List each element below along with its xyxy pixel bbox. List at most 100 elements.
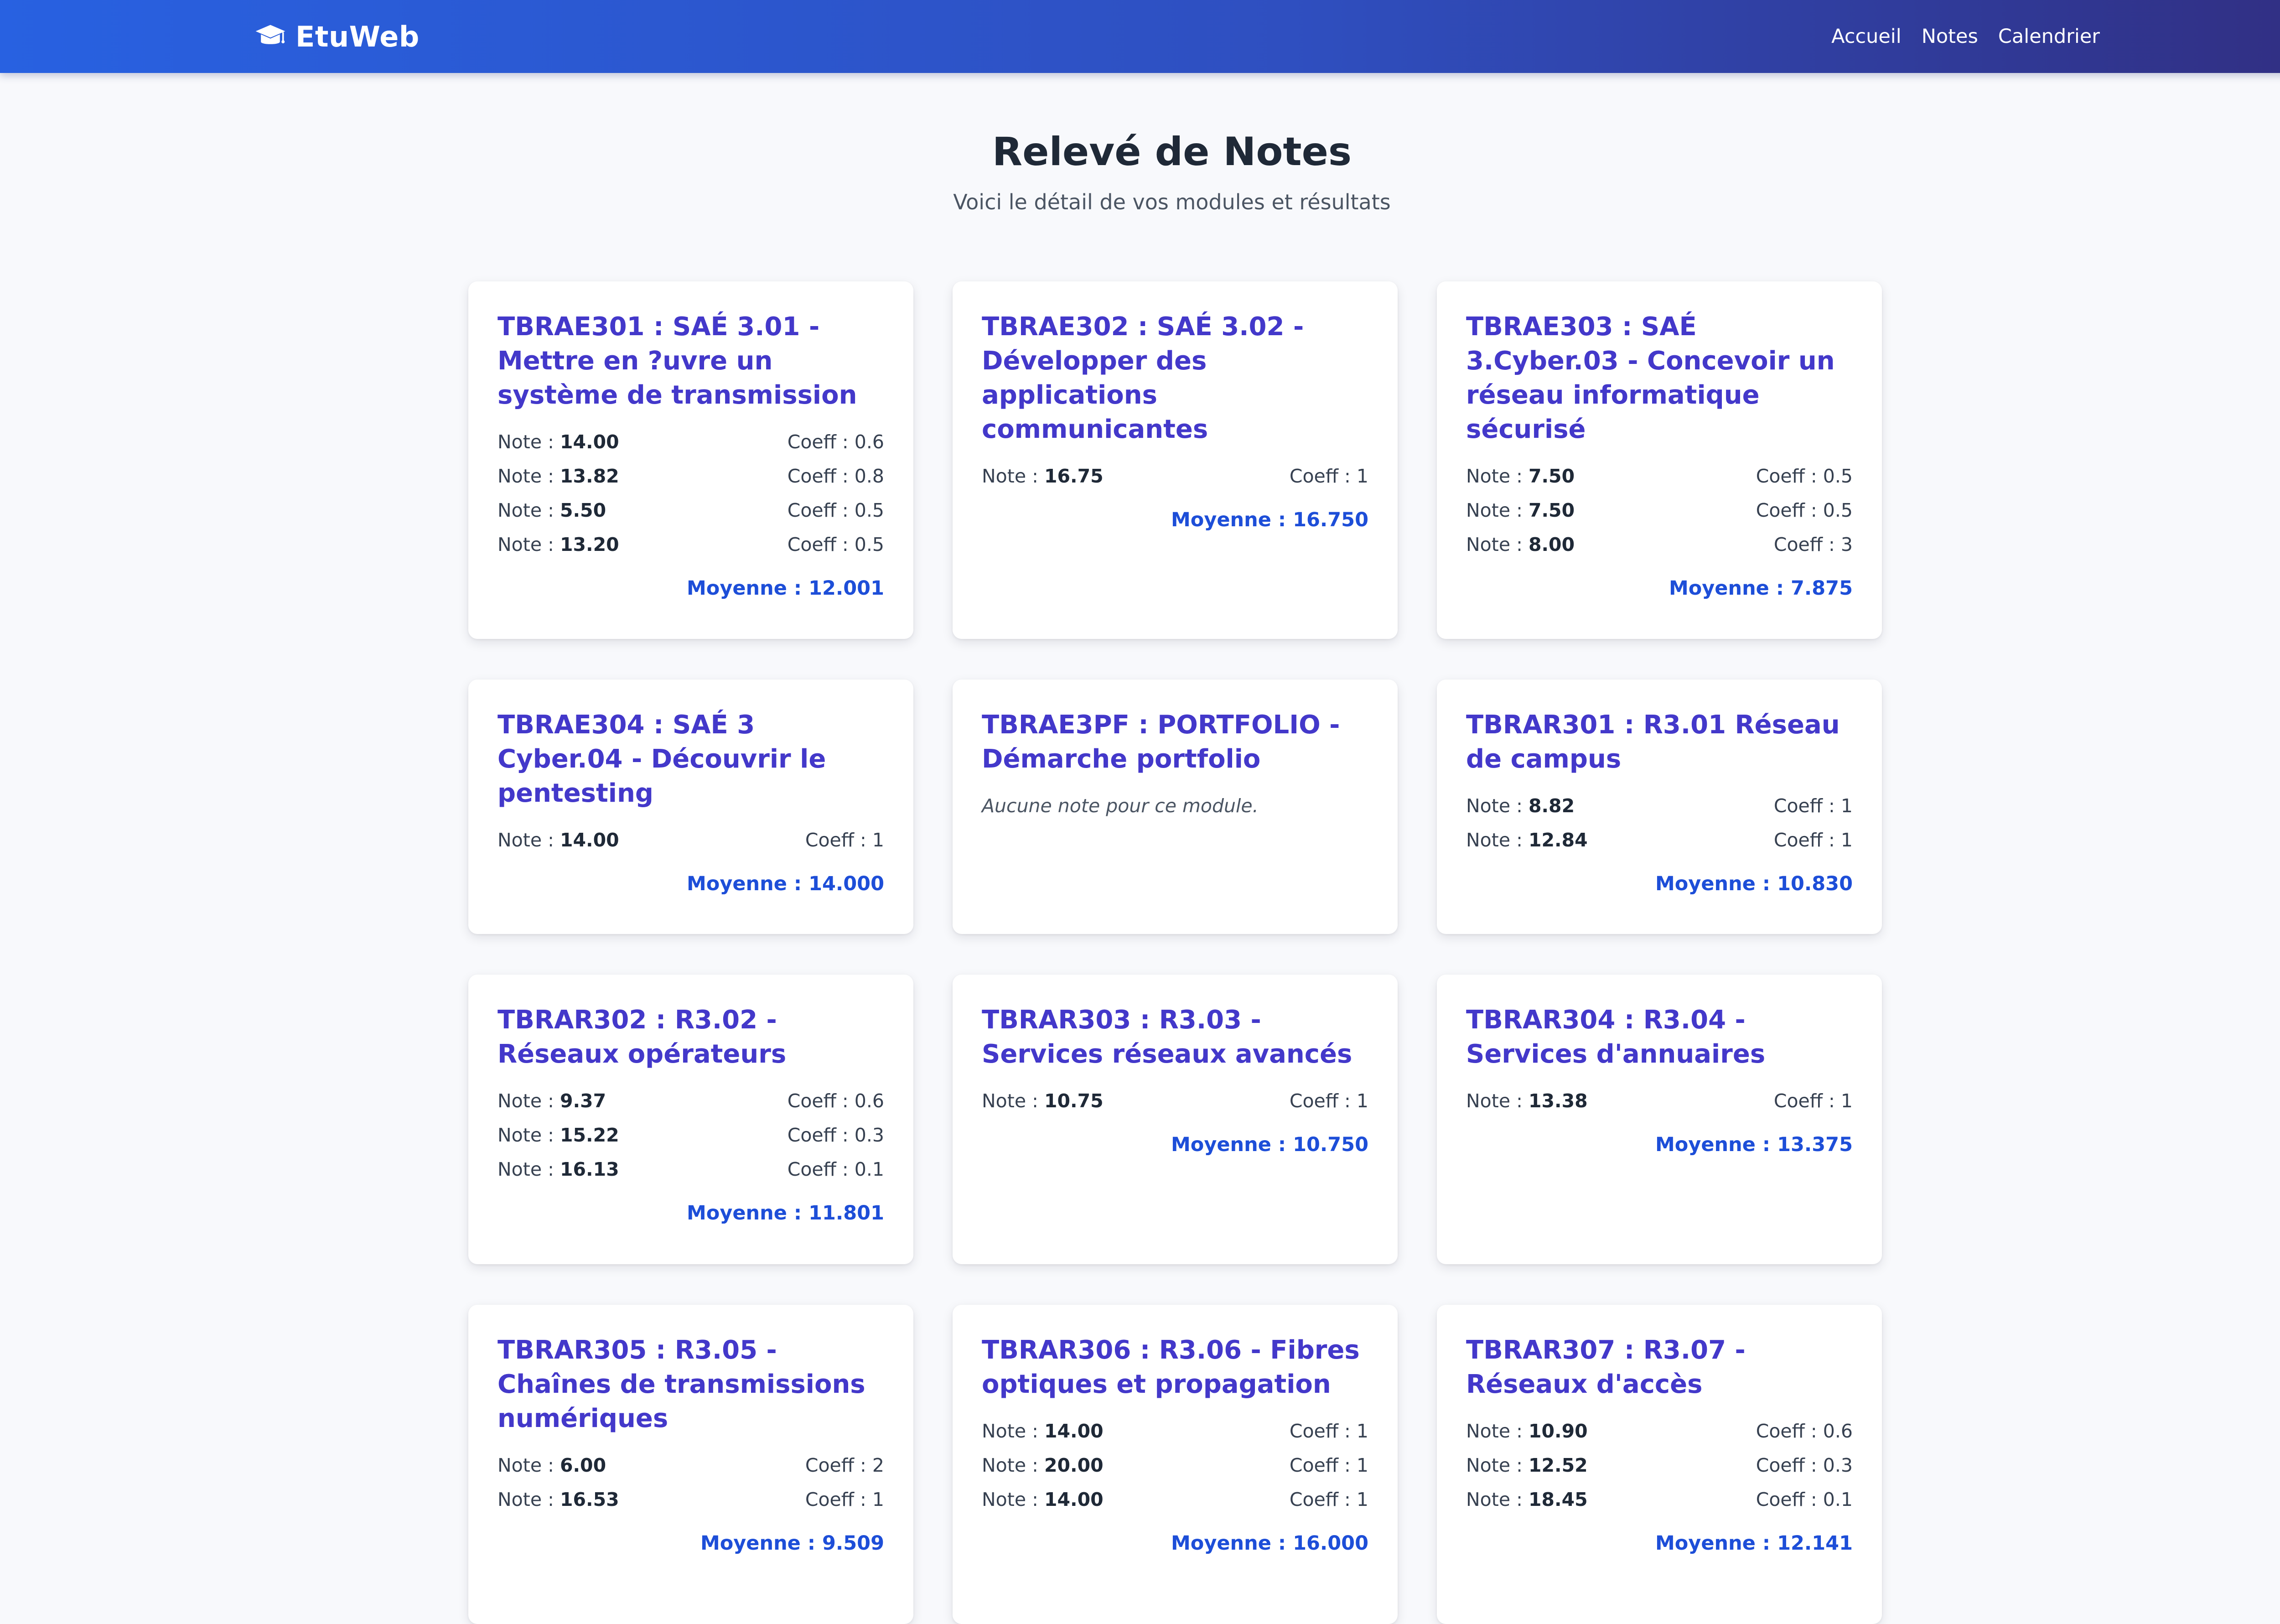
note-label: Note : — [497, 1090, 560, 1112]
grade-row: Note : 8.00 Coeff : 3 — [1466, 528, 1853, 562]
page-subtitle: Voici le détail de vos modules et résult… — [953, 190, 1391, 214]
module-title: TBRAE3PF : PORTFOLIO - Démarche portfoli… — [982, 710, 1340, 774]
module-average: Moyenne : 12.141 — [1655, 1532, 1853, 1555]
note-label: Note : — [497, 1489, 560, 1510]
module-average: Moyenne : 9.509 — [700, 1532, 884, 1555]
coeff-label: Coeff : — [787, 534, 855, 555]
note-value: 12.84 — [1528, 829, 1588, 851]
coeff-value: 0.5 — [854, 499, 884, 521]
note-value: 16.53 — [560, 1489, 619, 1510]
module-average: Moyenne : 16.750 — [1171, 508, 1368, 531]
coeff-label: Coeff : — [1289, 1090, 1357, 1112]
brand-logo[interactable]: EtuWeb — [254, 17, 420, 56]
note-label: Note : — [1466, 499, 1529, 521]
coeff-label: Coeff : — [1756, 1454, 1823, 1476]
module-average: Moyenne : 7.875 — [1669, 577, 1853, 600]
grade-coeff: Coeff : 0.5 — [1756, 459, 1853, 493]
note-value: 5.50 — [560, 499, 606, 521]
module-card: TBRAR307 : R3.07 - Réseaux d'accès Note :… — [1437, 1305, 1882, 1624]
note-value: 10.90 — [1528, 1420, 1588, 1442]
coeff-label: Coeff : — [787, 499, 855, 521]
note-label: Note : — [1466, 1420, 1529, 1442]
grade-row: Note : 7.50 Coeff : 0.5 — [1466, 493, 1853, 528]
module-title: TBRAR306 : R3.06 - Fibres optiques et pr… — [982, 1335, 1360, 1399]
grade-coeff: Coeff : 0.3 — [1756, 1448, 1853, 1483]
note-value: 14.00 — [1044, 1420, 1104, 1442]
note-value: 12.52 — [1528, 1454, 1588, 1476]
grade-note: Note : 14.00 — [497, 425, 619, 459]
grade-row: Note : 12.84 Coeff : 1 — [1466, 823, 1853, 857]
coeff-value: 0.1 — [854, 1158, 884, 1180]
coeff-value: 1 — [1356, 465, 1368, 487]
coeff-label: Coeff : — [787, 1158, 855, 1180]
coeff-label: Coeff : — [787, 1124, 855, 1146]
grade-note: Note : 10.90 — [1466, 1414, 1588, 1448]
module-card: TBRAE304 : SAÉ 3 Cyber.04 - Découvrir le… — [468, 680, 913, 934]
module-average: Moyenne : 10.750 — [1171, 1133, 1368, 1156]
graduation-cap-icon — [255, 25, 285, 44]
note-label: Note : — [982, 1489, 1044, 1510]
coeff-value: 1 — [1840, 1090, 1853, 1112]
coeff-label: Coeff : — [1773, 829, 1841, 851]
coeff-label: Coeff : — [1756, 1420, 1823, 1442]
grade-coeff: Coeff : 0.1 — [1756, 1483, 1853, 1517]
coeff-label: Coeff : — [1756, 465, 1823, 487]
grade-coeff: Coeff : 1 — [805, 1483, 884, 1517]
coeff-value: 0.3 — [854, 1124, 884, 1146]
note-value: 18.45 — [1528, 1489, 1588, 1510]
note-label: Note : — [1466, 1454, 1529, 1476]
grade-note: Note : 9.37 — [497, 1084, 606, 1118]
grade-note: Note : 12.84 — [1466, 823, 1588, 857]
note-value: 9.37 — [560, 1090, 606, 1112]
grade-note: Note : 20.00 — [982, 1448, 1104, 1483]
module-card: TBRAR302 : R3.02 - Réseaux opérateurs Not… — [468, 975, 913, 1264]
module-title: TBRAR307 : R3.07 - Réseaux d'accès — [1466, 1335, 1746, 1399]
empty-grades-message: Aucune note pour ce module. — [982, 795, 1259, 817]
coeff-value: 1 — [1840, 795, 1853, 817]
note-value: 8.82 — [1528, 795, 1575, 817]
grade-row: Note : 13.82 Coeff : 0.8 — [497, 459, 884, 493]
coeff-value: 0.6 — [1823, 1420, 1853, 1442]
grade-note: Note : 5.50 — [497, 493, 606, 528]
coeff-value: 1 — [1356, 1454, 1368, 1476]
module-title: TBRAR305 : R3.05 - Chaînes de transmissi… — [497, 1335, 865, 1433]
coeff-label: Coeff : — [787, 1090, 855, 1112]
note-label: Note : — [497, 1158, 560, 1180]
grade-coeff: Coeff : 1 — [1290, 1483, 1368, 1517]
grade-row: Note : 16.13 Coeff : 0.1 — [497, 1152, 884, 1187]
grade-note: Note : 10.75 — [982, 1084, 1104, 1118]
grade-note: Note : 8.82 — [1466, 789, 1575, 823]
grade-coeff: Coeff : 0.6 — [788, 1084, 884, 1118]
note-value: 14.00 — [560, 431, 619, 453]
note-label: Note : — [497, 1124, 560, 1146]
top-navbar: EtuWeb Accueil Notes Calendrier — [0, 0, 2280, 73]
grade-note: Note : 12.52 — [1466, 1448, 1588, 1483]
nav-link-accueil[interactable]: Accueil — [1831, 25, 1902, 48]
note-value: 14.00 — [1044, 1489, 1104, 1510]
nav-link-notes[interactable]: Notes — [1922, 25, 1978, 48]
grade-row: Note : 14.00 Coeff : 0.6 — [497, 425, 884, 459]
grade-row: Note : 10.75 Coeff : 1 — [982, 1084, 1368, 1118]
module-average: Moyenne : 16.000 — [1171, 1532, 1368, 1555]
coeff-label: Coeff : — [1289, 1420, 1357, 1442]
module-average: Moyenne : 11.801 — [687, 1202, 884, 1224]
module-grid: TBRAE301 : SAÉ 3.01 - Mettre en ?uvre un… — [468, 281, 1882, 1624]
page-title: Relevé de Notes — [992, 129, 1352, 175]
coeff-value: 0.3 — [1823, 1454, 1853, 1476]
grade-coeff: Coeff : 0.1 — [788, 1152, 884, 1187]
coeff-value: 1 — [1356, 1489, 1368, 1510]
brand-name: EtuWeb — [295, 20, 420, 53]
grade-note: Note : 13.38 — [1466, 1084, 1588, 1118]
grade-note: Note : 14.00 — [982, 1483, 1104, 1517]
coeff-value: 0.6 — [854, 431, 884, 453]
module-card: TBRAR303 : R3.03 - Services réseaux avan… — [953, 975, 1398, 1264]
grade-note: Note : 15.22 — [497, 1118, 619, 1152]
grade-coeff: Coeff : 0.5 — [788, 493, 884, 528]
nav-link-calendrier[interactable]: Calendrier — [1998, 25, 2100, 48]
coeff-value: 1 — [1356, 1420, 1368, 1442]
note-label: Note : — [982, 465, 1044, 487]
coeff-label: Coeff : — [1756, 499, 1823, 521]
note-label: Note : — [1466, 534, 1529, 555]
coeff-label: Coeff : — [805, 1489, 872, 1510]
grade-coeff: Coeff : 1 — [1290, 1084, 1368, 1118]
